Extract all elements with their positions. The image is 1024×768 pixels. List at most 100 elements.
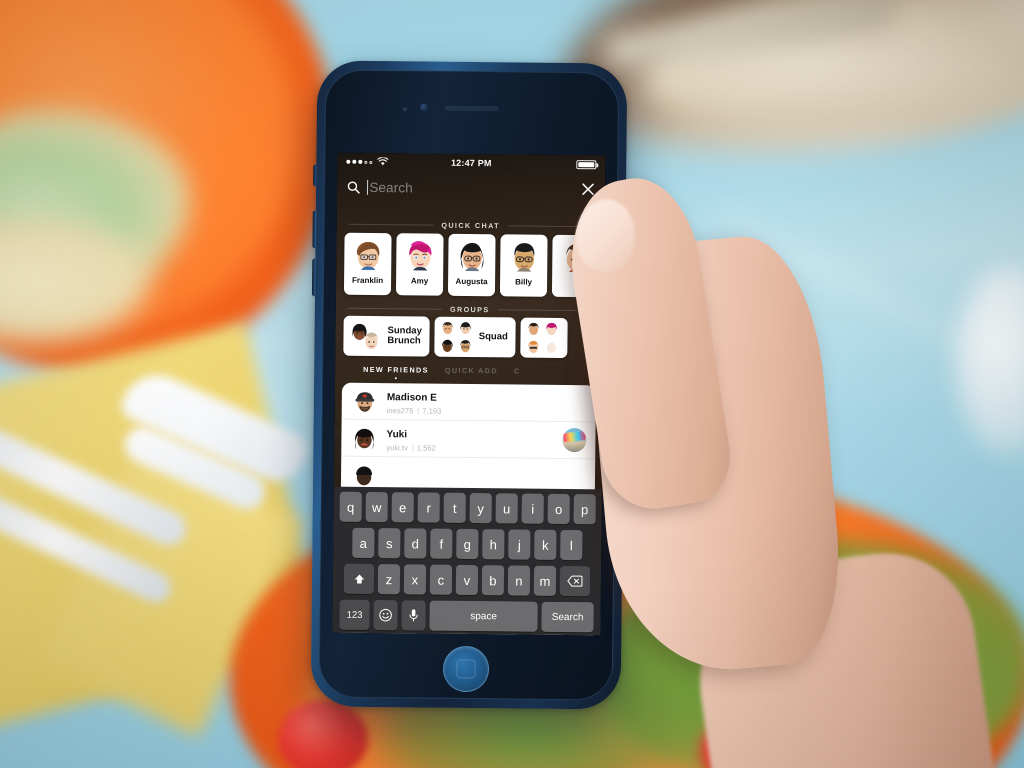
friend-info <box>386 466 586 486</box>
key-d[interactable]: d <box>404 528 427 559</box>
friend-row[interactable]: Madison E ines275 7,193 <box>341 382 597 423</box>
groups-title: GROUPS <box>449 304 490 314</box>
quick-chat-card[interactable]: Augusta <box>447 233 496 297</box>
keyboard-row-2: a s d f g h j k l <box>336 527 598 561</box>
bitmoji-franklin-icon <box>350 237 386 273</box>
key-u[interactable]: u <box>495 493 518 524</box>
quick-chat-card[interactable]: Billy <box>499 234 548 297</box>
friend-row[interactable]: Yuki yuki.tv 1,562 <box>341 419 596 460</box>
keyboard-row-1: q w e r t y u i o p <box>337 491 599 525</box>
search-placeholder: Search <box>369 179 413 195</box>
group-card-squad[interactable]: Squad <box>434 316 517 358</box>
quick-chat-card[interactable]: Franklin <box>343 232 392 296</box>
group-name: Squad <box>478 331 508 343</box>
bitmoji-group-member-icon <box>442 339 454 352</box>
friend-score: 7,193 <box>422 406 442 416</box>
key-a[interactable]: a <box>352 527 375 559</box>
key-x[interactable]: x <box>403 564 427 595</box>
key-w[interactable]: w <box>365 491 388 523</box>
phone-device: 12:47 PM Search QUICK CHAT Franklin Amy … <box>310 60 628 710</box>
search-bar[interactable]: Search <box>337 171 605 206</box>
quick-chat-card[interactable]: Amy <box>395 233 444 296</box>
volume-down-button[interactable] <box>311 258 318 297</box>
tab-new-friends[interactable]: NEW FRIENDS <box>363 365 429 380</box>
bitmoji-group-member-icon <box>364 332 378 349</box>
friend-name <box>386 471 389 482</box>
bitmoji-yuki-icon <box>350 424 378 452</box>
friend-name: Yuki <box>386 428 408 441</box>
shift-icon[interactable] <box>343 563 375 595</box>
bitmoji-group-member-icon <box>460 339 471 352</box>
bitmoji-billy-icon <box>506 238 542 274</box>
key-t[interactable]: t <box>443 492 466 523</box>
divider-line <box>348 223 434 226</box>
bitmoji-group-member-icon <box>546 342 556 353</box>
phone-screen: 12:47 PM Search QUICK CHAT Franklin Amy … <box>332 152 606 636</box>
bitmoji-group-member-icon <box>460 322 471 335</box>
bitmoji-amy-icon <box>402 237 438 273</box>
friend-meta: yuki.tv 1,562 <box>386 443 554 454</box>
key-q[interactable]: q <box>339 491 362 522</box>
microphone-icon[interactable] <box>401 600 426 631</box>
key-e[interactable]: e <box>391 492 414 523</box>
silent-switch[interactable] <box>313 164 319 187</box>
search-input[interactable]: Search <box>366 179 574 196</box>
key-l[interactable]: l <box>560 529 583 561</box>
key-f[interactable]: f <box>430 528 453 559</box>
key-j[interactable]: j <box>508 529 531 560</box>
friend-info: Yuki yuki.tv 1,562 <box>386 424 554 454</box>
key-m[interactable]: m <box>533 565 557 596</box>
tomato <box>278 700 368 768</box>
battery-icon <box>576 159 597 169</box>
onscreen-keyboard[interactable]: q w e r t y u i o p a s d f g h j k l z … <box>332 486 602 636</box>
groups-header: GROUPS <box>336 301 604 318</box>
key-k[interactable]: k <box>534 529 557 560</box>
tab-partial[interactable]: C <box>514 366 521 375</box>
meta-divider <box>411 444 413 452</box>
tab-quick-add[interactable]: QUICK ADD <box>445 366 498 376</box>
group-avatars <box>348 320 382 352</box>
group-card-sunday-brunch[interactable]: Sunday Brunch <box>343 315 431 357</box>
bitmoji-group-member-icon <box>546 322 557 336</box>
key-o[interactable]: o <box>547 493 570 525</box>
key-g[interactable]: g <box>456 528 479 560</box>
key-z[interactable]: z <box>377 564 401 595</box>
friend-story-thumbnail[interactable] <box>562 427 587 453</box>
group-card-partial[interactable] <box>520 317 569 359</box>
key-i[interactable]: i <box>521 493 544 524</box>
key-y[interactable]: y <box>469 493 492 524</box>
status-right <box>576 159 597 169</box>
quick-chat-name: Augusta <box>455 276 488 287</box>
emoji-icon[interactable] <box>373 600 398 631</box>
earpiece-speaker <box>444 105 499 112</box>
bitmoji-madison-icon <box>351 387 379 415</box>
key-v[interactable]: v <box>455 564 479 596</box>
friend-info: Madison E ines275 7,193 <box>387 387 587 418</box>
key-s[interactable]: s <box>378 528 401 559</box>
friends-tabs[interactable]: NEW FRIENDS QUICK ADD C <box>335 365 603 384</box>
volume-up-button[interactable] <box>312 210 318 249</box>
numbers-key[interactable]: 123 <box>339 599 370 630</box>
space-key[interactable]: space <box>429 600 538 632</box>
quick-chat-header: QUICK CHAT <box>337 217 605 234</box>
key-c[interactable]: c <box>429 564 453 595</box>
key-n[interactable]: n <box>507 565 531 596</box>
divider-line <box>347 307 443 310</box>
backspace-icon[interactable] <box>559 565 591 597</box>
groups-list[interactable]: Sunday Brunch Squad <box>335 315 603 361</box>
quick-chat-list[interactable]: Franklin Amy Augusta Billy <box>336 232 605 300</box>
key-p[interactable]: p <box>573 494 596 525</box>
key-b[interactable]: b <box>481 565 505 596</box>
quick-chat-name: Billy <box>515 277 533 287</box>
quick-chat-name: Franklin <box>351 275 384 286</box>
keyboard-row-4: 123 space Search <box>335 599 597 633</box>
home-button[interactable] <box>442 645 490 693</box>
quick-chat-name: Amy <box>410 276 429 286</box>
group-name: Sunday Brunch <box>387 325 422 347</box>
key-h[interactable]: h <box>482 529 505 560</box>
group-avatars <box>440 320 474 354</box>
key-r[interactable]: r <box>417 492 440 523</box>
friend-name: Madison E <box>386 391 437 404</box>
search-action-key[interactable]: Search <box>541 601 594 633</box>
bitmoji-augusta-icon <box>454 238 490 274</box>
